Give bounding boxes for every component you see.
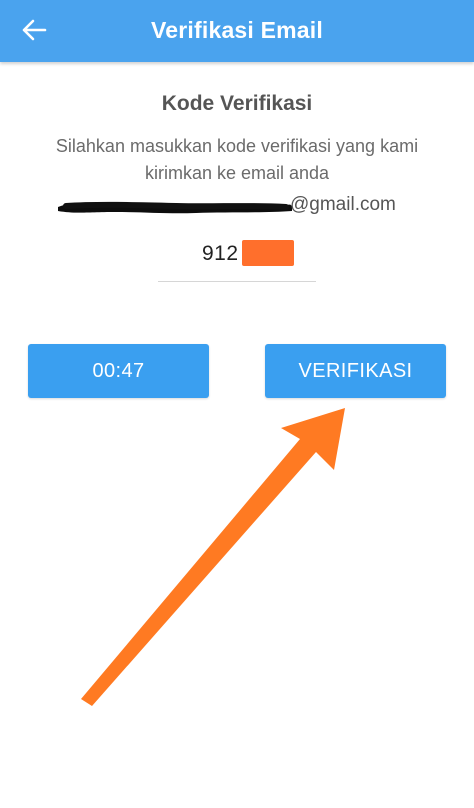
verify-label: VERIFIKASI — [298, 359, 413, 382]
verification-code-input[interactable]: 912 — [158, 238, 316, 282]
code-value: 912 — [202, 242, 239, 265]
page-title: Verifikasi Email — [151, 17, 323, 43]
code-redaction — [242, 240, 294, 266]
instruction-text: Silahkan masukkan kode verifikasi yang k… — [55, 136, 419, 183]
resend-timer-button[interactable]: 00:47 — [28, 344, 209, 398]
verify-button[interactable]: VERIFIKASI — [265, 344, 446, 398]
email-redaction — [58, 201, 292, 214]
timer-label: 00:47 — [92, 359, 145, 382]
email-domain: @gmail.com — [290, 194, 396, 215]
app-bar: Verifikasi Email — [0, 0, 474, 62]
email-address: @gmail.com — [56, 194, 418, 220]
section-title: Kode Verifikasi — [161, 92, 313, 115]
pointer-arrow-icon — [81, 408, 345, 706]
